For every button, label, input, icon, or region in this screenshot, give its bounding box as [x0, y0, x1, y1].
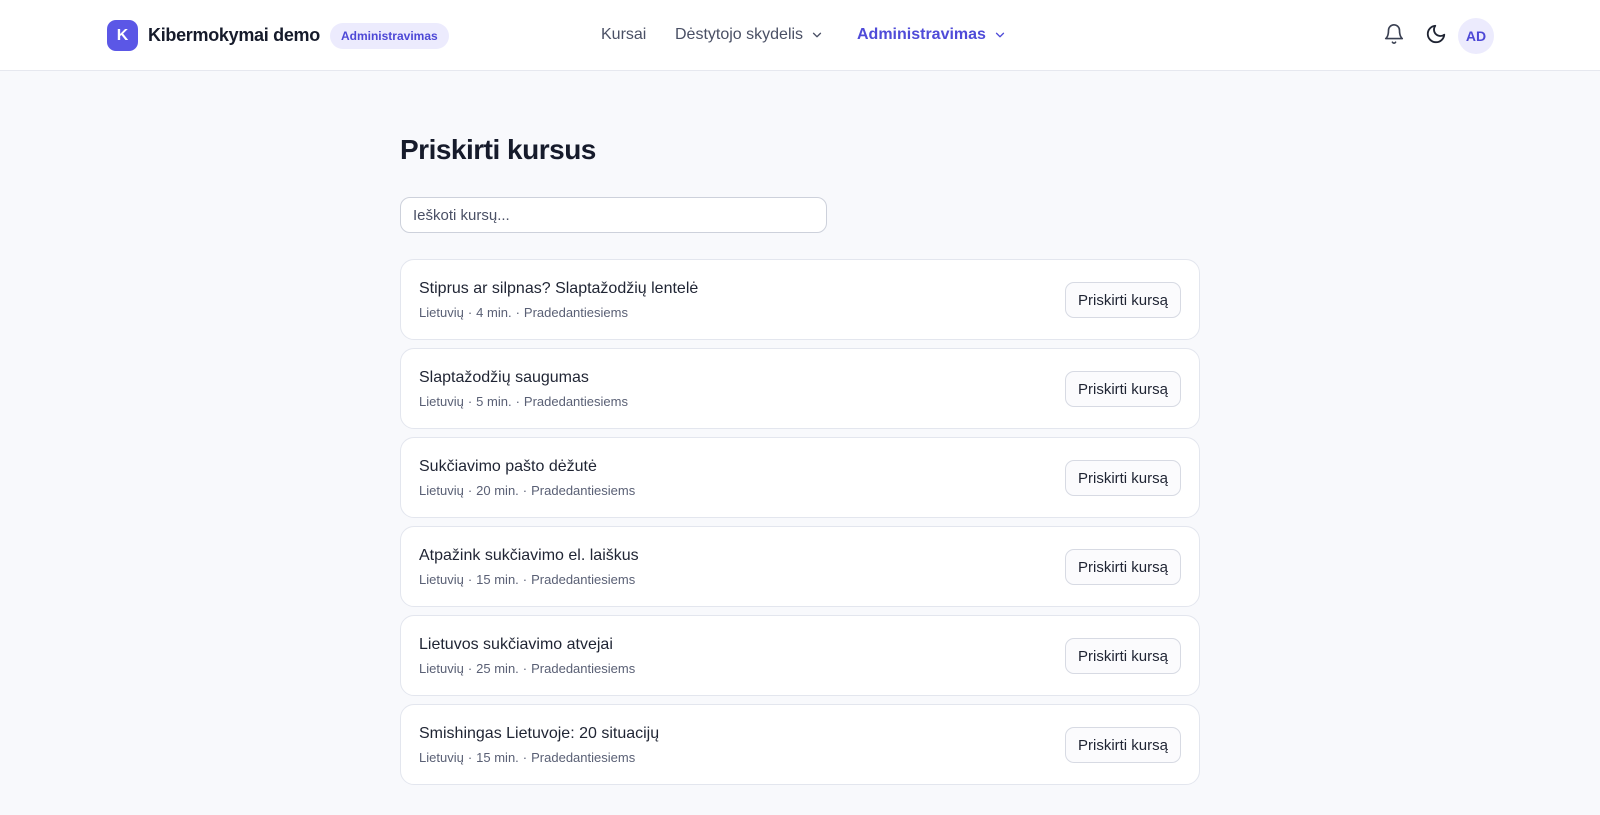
course-language: Lietuvių: [419, 305, 464, 320]
course-title: Atpažink sukčiavimo el. laiškus: [419, 547, 639, 564]
course-duration: 4 min.: [476, 305, 512, 320]
course-meta: Lietuvių · 15 min. · Pradedantiesiems: [419, 750, 635, 765]
course-meta: Lietuvių · 4 min. · Pradedantiesiems: [419, 305, 628, 320]
nav-administration-label: Administravimas: [857, 26, 986, 43]
chevron-down-icon: [810, 28, 824, 42]
assign-course-button[interactable]: Priskirti kursą: [1064, 460, 1181, 496]
moon-icon: [1425, 23, 1447, 50]
meta-separator: ·: [467, 394, 473, 409]
course-duration: 20 min.: [476, 483, 519, 498]
nav-courses[interactable]: Kursai: [601, 26, 646, 44]
meta-separator: ·: [522, 483, 528, 498]
course-duration: 15 min.: [476, 572, 519, 587]
meta-separator: ·: [522, 661, 528, 676]
meta-separator: ·: [522, 572, 528, 587]
page-title: Priskirti kursus: [400, 134, 596, 165]
meta-separator: ·: [467, 483, 473, 498]
bell-icon: [1383, 23, 1405, 50]
course-level: Pradedantiesiems: [531, 750, 636, 765]
course-language: Lietuvių: [419, 483, 464, 498]
course-card: Smishingas Lietuvoje: 20 situacijų Lietu…: [400, 704, 1200, 785]
chevron-down-icon: [993, 28, 1007, 42]
role-badge: Administravimas: [329, 22, 449, 49]
course-meta: Lietuvių · 20 min. · Pradedantiesiems: [419, 483, 635, 498]
meta-separator: ·: [515, 394, 520, 409]
course-language: Lietuvių: [419, 394, 464, 409]
nav-administration[interactable]: Administravimas: [857, 26, 1007, 44]
course-card: Stiprus ar silpnas? Slaptažodžių lentelė…: [400, 259, 1200, 340]
course-card: Atpažink sukčiavimo el. laiškus Lietuvių…: [400, 526, 1200, 607]
meta-separator: ·: [467, 305, 473, 320]
notifications-button[interactable]: [1376, 18, 1412, 54]
course-title: Slaptažodžių saugumas: [419, 369, 589, 386]
brand-name[interactable]: Kibermokymai demo: [148, 25, 320, 46]
meta-separator: ·: [467, 750, 473, 765]
assign-course-button[interactable]: Priskirti kursą: [1064, 727, 1181, 763]
brand-logo[interactable]: K: [107, 20, 138, 51]
course-card: Slaptažodžių saugumas Lietuvių · 5 min. · Pr…: [400, 348, 1200, 429]
course-level: Pradedantiesiems: [531, 661, 636, 676]
assign-course-button[interactable]: Priskirti kursą: [1064, 282, 1181, 318]
course-meta: Lietuvių · 15 min. · Pradedantiesiems: [419, 572, 635, 587]
assign-course-button[interactable]: Priskirti kursą: [1064, 638, 1181, 674]
course-language: Lietuvių: [419, 572, 464, 587]
theme-toggle-button[interactable]: [1418, 18, 1454, 54]
course-level: Pradedantiesiems: [531, 483, 636, 498]
course-level: Pradedantiesiems: [523, 394, 628, 409]
meta-separator: ·: [467, 661, 473, 676]
course-title: Smishingas Lietuvoje: 20 situacijų: [419, 725, 660, 742]
course-meta: Lietuvių · 25 min. · Pradedantiesiems: [419, 661, 635, 676]
course-duration: 25 min.: [476, 661, 519, 676]
course-card: Sukčiavimo pašto dėžutė Lietuvių · 20 min.…: [400, 437, 1200, 518]
assign-course-button[interactable]: Priskirti kursą: [1064, 371, 1181, 407]
course-language: Lietuvių: [419, 661, 464, 676]
assign-course-button[interactable]: Priskirti kursą: [1064, 549, 1181, 585]
user-avatar[interactable]: AD: [1458, 18, 1494, 54]
meta-separator: ·: [467, 572, 473, 587]
course-language: Lietuvių: [419, 750, 464, 765]
nav-instructor-panel-label: Dėstytojo skydelis: [675, 26, 804, 43]
meta-separator: ·: [515, 305, 520, 320]
course-level: Pradedantiesiems: [531, 572, 636, 587]
meta-separator: ·: [522, 750, 528, 765]
top-navbar: K Kibermokymai demo Administravimas Kurs…: [0, 0, 1600, 71]
course-search-input[interactable]: [400, 197, 827, 233]
course-title: Lietuvos sukčiavimo atvejai: [419, 636, 613, 653]
course-level: Pradedantiesiems: [523, 305, 628, 320]
course-title: Stiprus ar silpnas? Slaptažodžių lentelė: [419, 280, 699, 297]
brand[interactable]: K Kibermokymai demo Administravimas: [107, 20, 449, 51]
nav-instructor-panel[interactable]: Dėstytojo skydelis: [675, 26, 824, 44]
course-duration: 15 min.: [476, 750, 519, 765]
course-duration: 5 min.: [476, 394, 512, 409]
course-meta: Lietuvių · 5 min. · Pradedantiesiems: [419, 394, 628, 409]
course-title: Sukčiavimo pašto dėžutė: [419, 458, 597, 475]
course-list: Stiprus ar silpnas? Slaptažodžių lentelė…: [400, 259, 1200, 793]
course-card: Lietuvos sukčiavimo atvejai Lietuvių · 25 …: [400, 615, 1200, 696]
